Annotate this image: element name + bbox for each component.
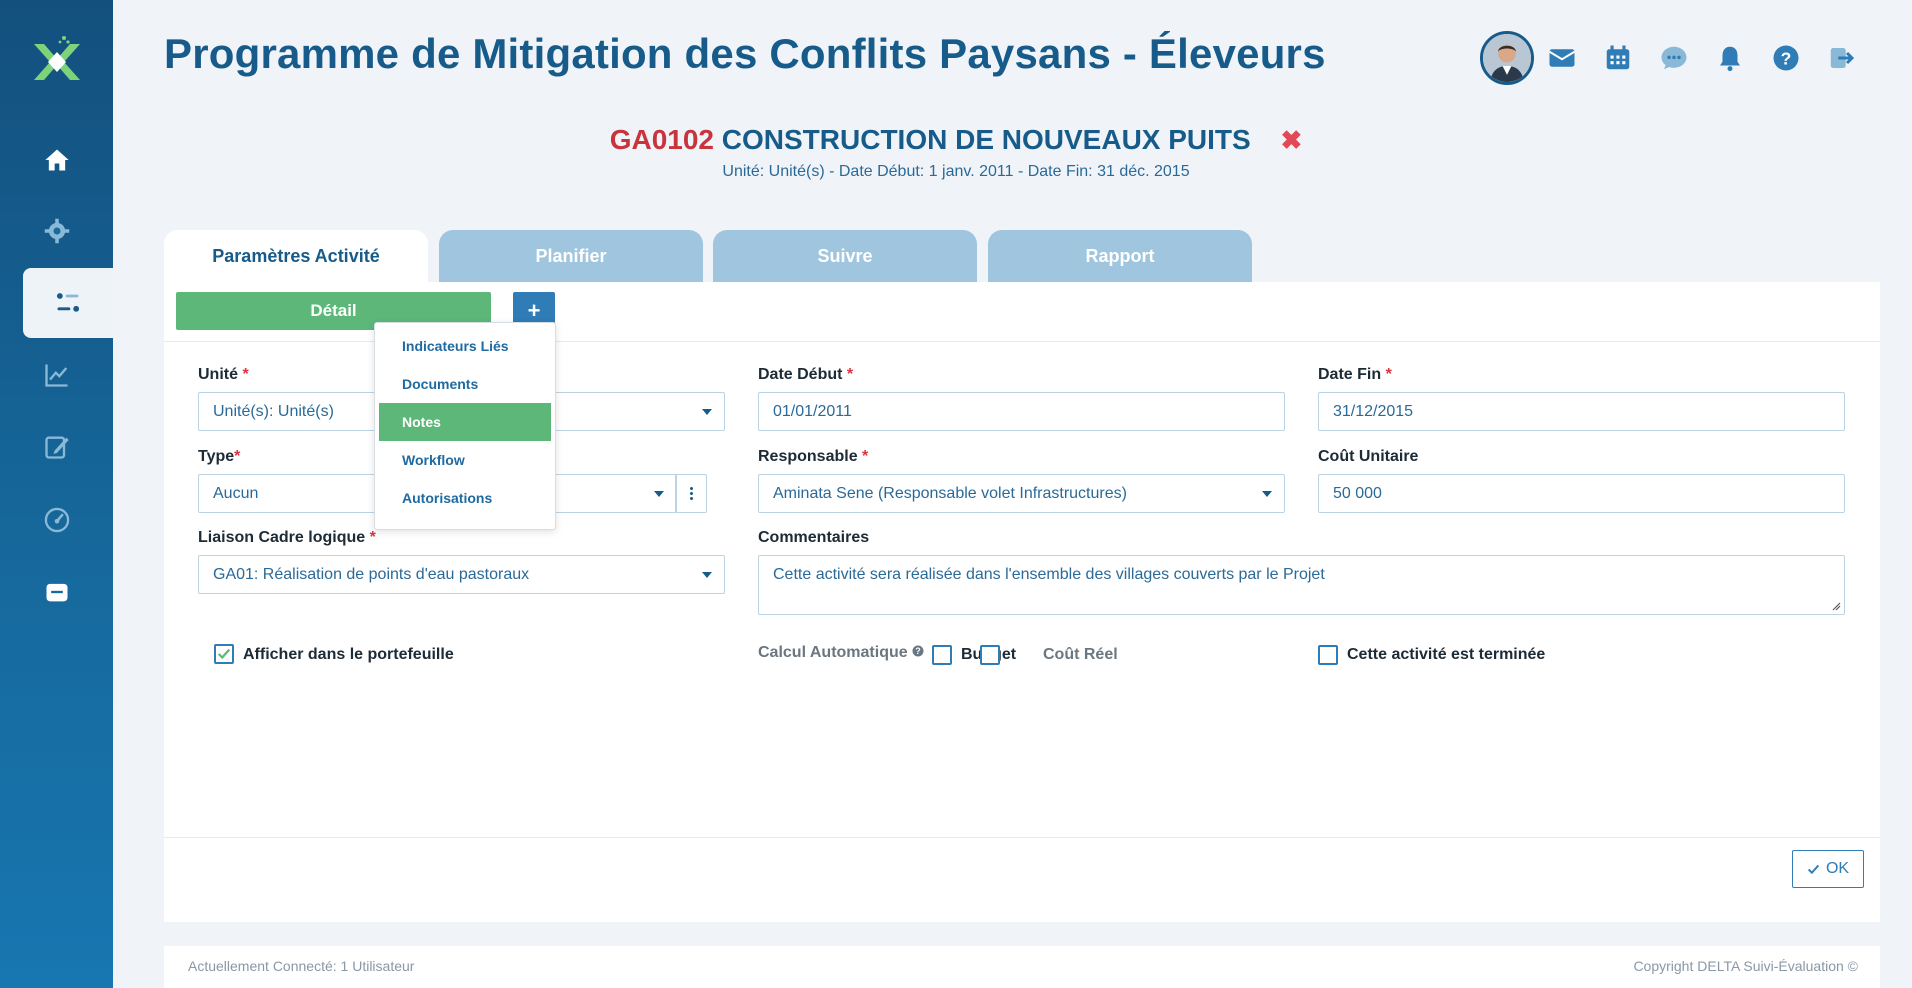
sidebar-item-dashboard[interactable] <box>0 485 113 555</box>
menu-item-indicateurs[interactable]: Indicateurs Liés <box>379 327 551 365</box>
tab-parametres[interactable]: Paramètres Activité <box>164 230 428 282</box>
chat-icon <box>1661 46 1687 70</box>
copyright: Copyright DELTA Suivi-Évaluation © <box>1633 958 1858 974</box>
help-icon: ? <box>1773 45 1799 71</box>
date-fin-input[interactable]: 31/12/2015 <box>1318 392 1845 431</box>
menu-item-autorisations[interactable]: Autorisations <box>379 479 551 517</box>
tab-planifier[interactable]: Planifier <box>439 230 703 282</box>
menu-item-workflow[interactable]: Workflow <box>379 441 551 479</box>
avatar[interactable] <box>1480 31 1534 85</box>
activity-code: GA0102 <box>609 124 714 155</box>
sidebar-item-charts[interactable] <box>0 340 113 410</box>
terminee-checkbox[interactable] <box>1318 645 1338 665</box>
bell-icon <box>1720 46 1740 72</box>
divider <box>164 837 1880 838</box>
app-title: Programme de Mitigation des Conflits Pay… <box>164 30 1326 77</box>
app-logo[interactable] <box>34 34 80 90</box>
terminee-label: Cette activité est terminée <box>1347 646 1546 663</box>
logout-button[interactable] <box>1814 38 1870 78</box>
budget-checkbox[interactable] <box>932 645 952 665</box>
connected-users: Actuellement Connecté: 1 Utilisateur <box>188 958 415 974</box>
calendar-icon <box>1606 45 1630 70</box>
type-options-button[interactable] <box>675 474 707 513</box>
mail-button[interactable] <box>1534 38 1590 78</box>
mail-icon <box>1548 49 1576 67</box>
resize-handle-icon[interactable] <box>1831 601 1841 611</box>
help-circle-icon[interactable]: ? <box>912 645 924 657</box>
tab-rapport[interactable]: Rapport <box>988 230 1252 282</box>
liaison-label: Liaison Cadre logique * <box>198 529 376 546</box>
ok-button[interactable]: OK <box>1792 850 1864 888</box>
sidebar-item-activities[interactable] <box>23 268 113 338</box>
header-toolbar: ? <box>1480 31 1870 85</box>
svg-text:?: ? <box>1781 48 1792 68</box>
activities-icon <box>56 293 80 312</box>
check-icon <box>1807 864 1820 874</box>
sidebar-item-edit[interactable] <box>0 412 113 482</box>
activity-title: GA0102 CONSTRUCTION DE NOUVEAUX PUITS ✖ <box>0 124 1912 156</box>
responsable-select[interactable]: Aminata Sene (Responsable volet Infrastr… <box>758 474 1285 513</box>
gear-icon <box>44 218 69 244</box>
close-icon[interactable]: ✖ <box>1281 125 1303 155</box>
cout-unitaire-label: Coût Unitaire <box>1318 448 1419 465</box>
responsable-label: Responsable * <box>758 448 869 465</box>
cout-reel-checkbox[interactable] <box>980 645 1000 665</box>
commentaires-textarea[interactable]: Cette activité sera réalisée dans l'ense… <box>758 555 1845 615</box>
date-debut-input[interactable]: 01/01/2011 <box>758 392 1285 431</box>
add-dropdown-menu: Indicateurs Liés Documents Notes Workflo… <box>374 322 556 530</box>
calendar-button[interactable] <box>1590 38 1646 78</box>
menu-item-documents[interactable]: Documents <box>379 365 551 403</box>
chevron-down-icon <box>702 572 712 578</box>
logout-icon <box>1830 48 1855 68</box>
calcul-automatique-label: Calcul Automatique ? <box>758 644 924 662</box>
unite-label: Unité * <box>198 366 249 383</box>
date-fin-label: Date Fin * <box>1318 366 1392 383</box>
afficher-portefeuille-checkbox[interactable] <box>214 644 234 664</box>
folder-icon <box>46 583 67 602</box>
cout-unitaire-input[interactable]: 50 000 <box>1318 474 1845 513</box>
sidebar-item-archive[interactable] <box>0 557 113 627</box>
chart-line-icon <box>44 364 67 387</box>
gauge-icon <box>44 507 69 533</box>
chevron-down-icon <box>1262 491 1272 497</box>
footer: Actuellement Connecté: 1 Utilisateur Cop… <box>164 946 1880 988</box>
cout-reel-label: Coût Réel <box>1043 646 1118 663</box>
activity-subtitle: Unité: Unité(s) - Date Début: 1 janv. 20… <box>722 163 1190 180</box>
commentaires-label: Commentaires <box>758 529 870 546</box>
activity-name: CONSTRUCTION DE NOUVEAUX PUITS <box>721 124 1251 155</box>
chevron-down-icon <box>702 409 712 415</box>
type-label: Type* <box>198 448 241 465</box>
sidebar-item-settings[interactable] <box>0 196 113 266</box>
svg-text:?: ? <box>915 646 921 656</box>
date-debut-label: Date Début * <box>758 366 854 383</box>
liaison-select[interactable]: GA01: Réalisation de points d'eau pastor… <box>198 555 725 594</box>
afficher-portefeuille-label: Afficher dans le portefeuille <box>243 646 454 663</box>
notifications-button[interactable] <box>1702 38 1758 78</box>
edit-icon <box>44 436 69 459</box>
tab-suivre[interactable]: Suivre <box>713 230 977 282</box>
chevron-down-icon <box>654 491 664 497</box>
check-icon <box>217 648 231 660</box>
chat-button[interactable] <box>1646 38 1702 78</box>
help-button[interactable]: ? <box>1758 38 1814 78</box>
menu-item-notes[interactable]: Notes <box>379 403 551 441</box>
